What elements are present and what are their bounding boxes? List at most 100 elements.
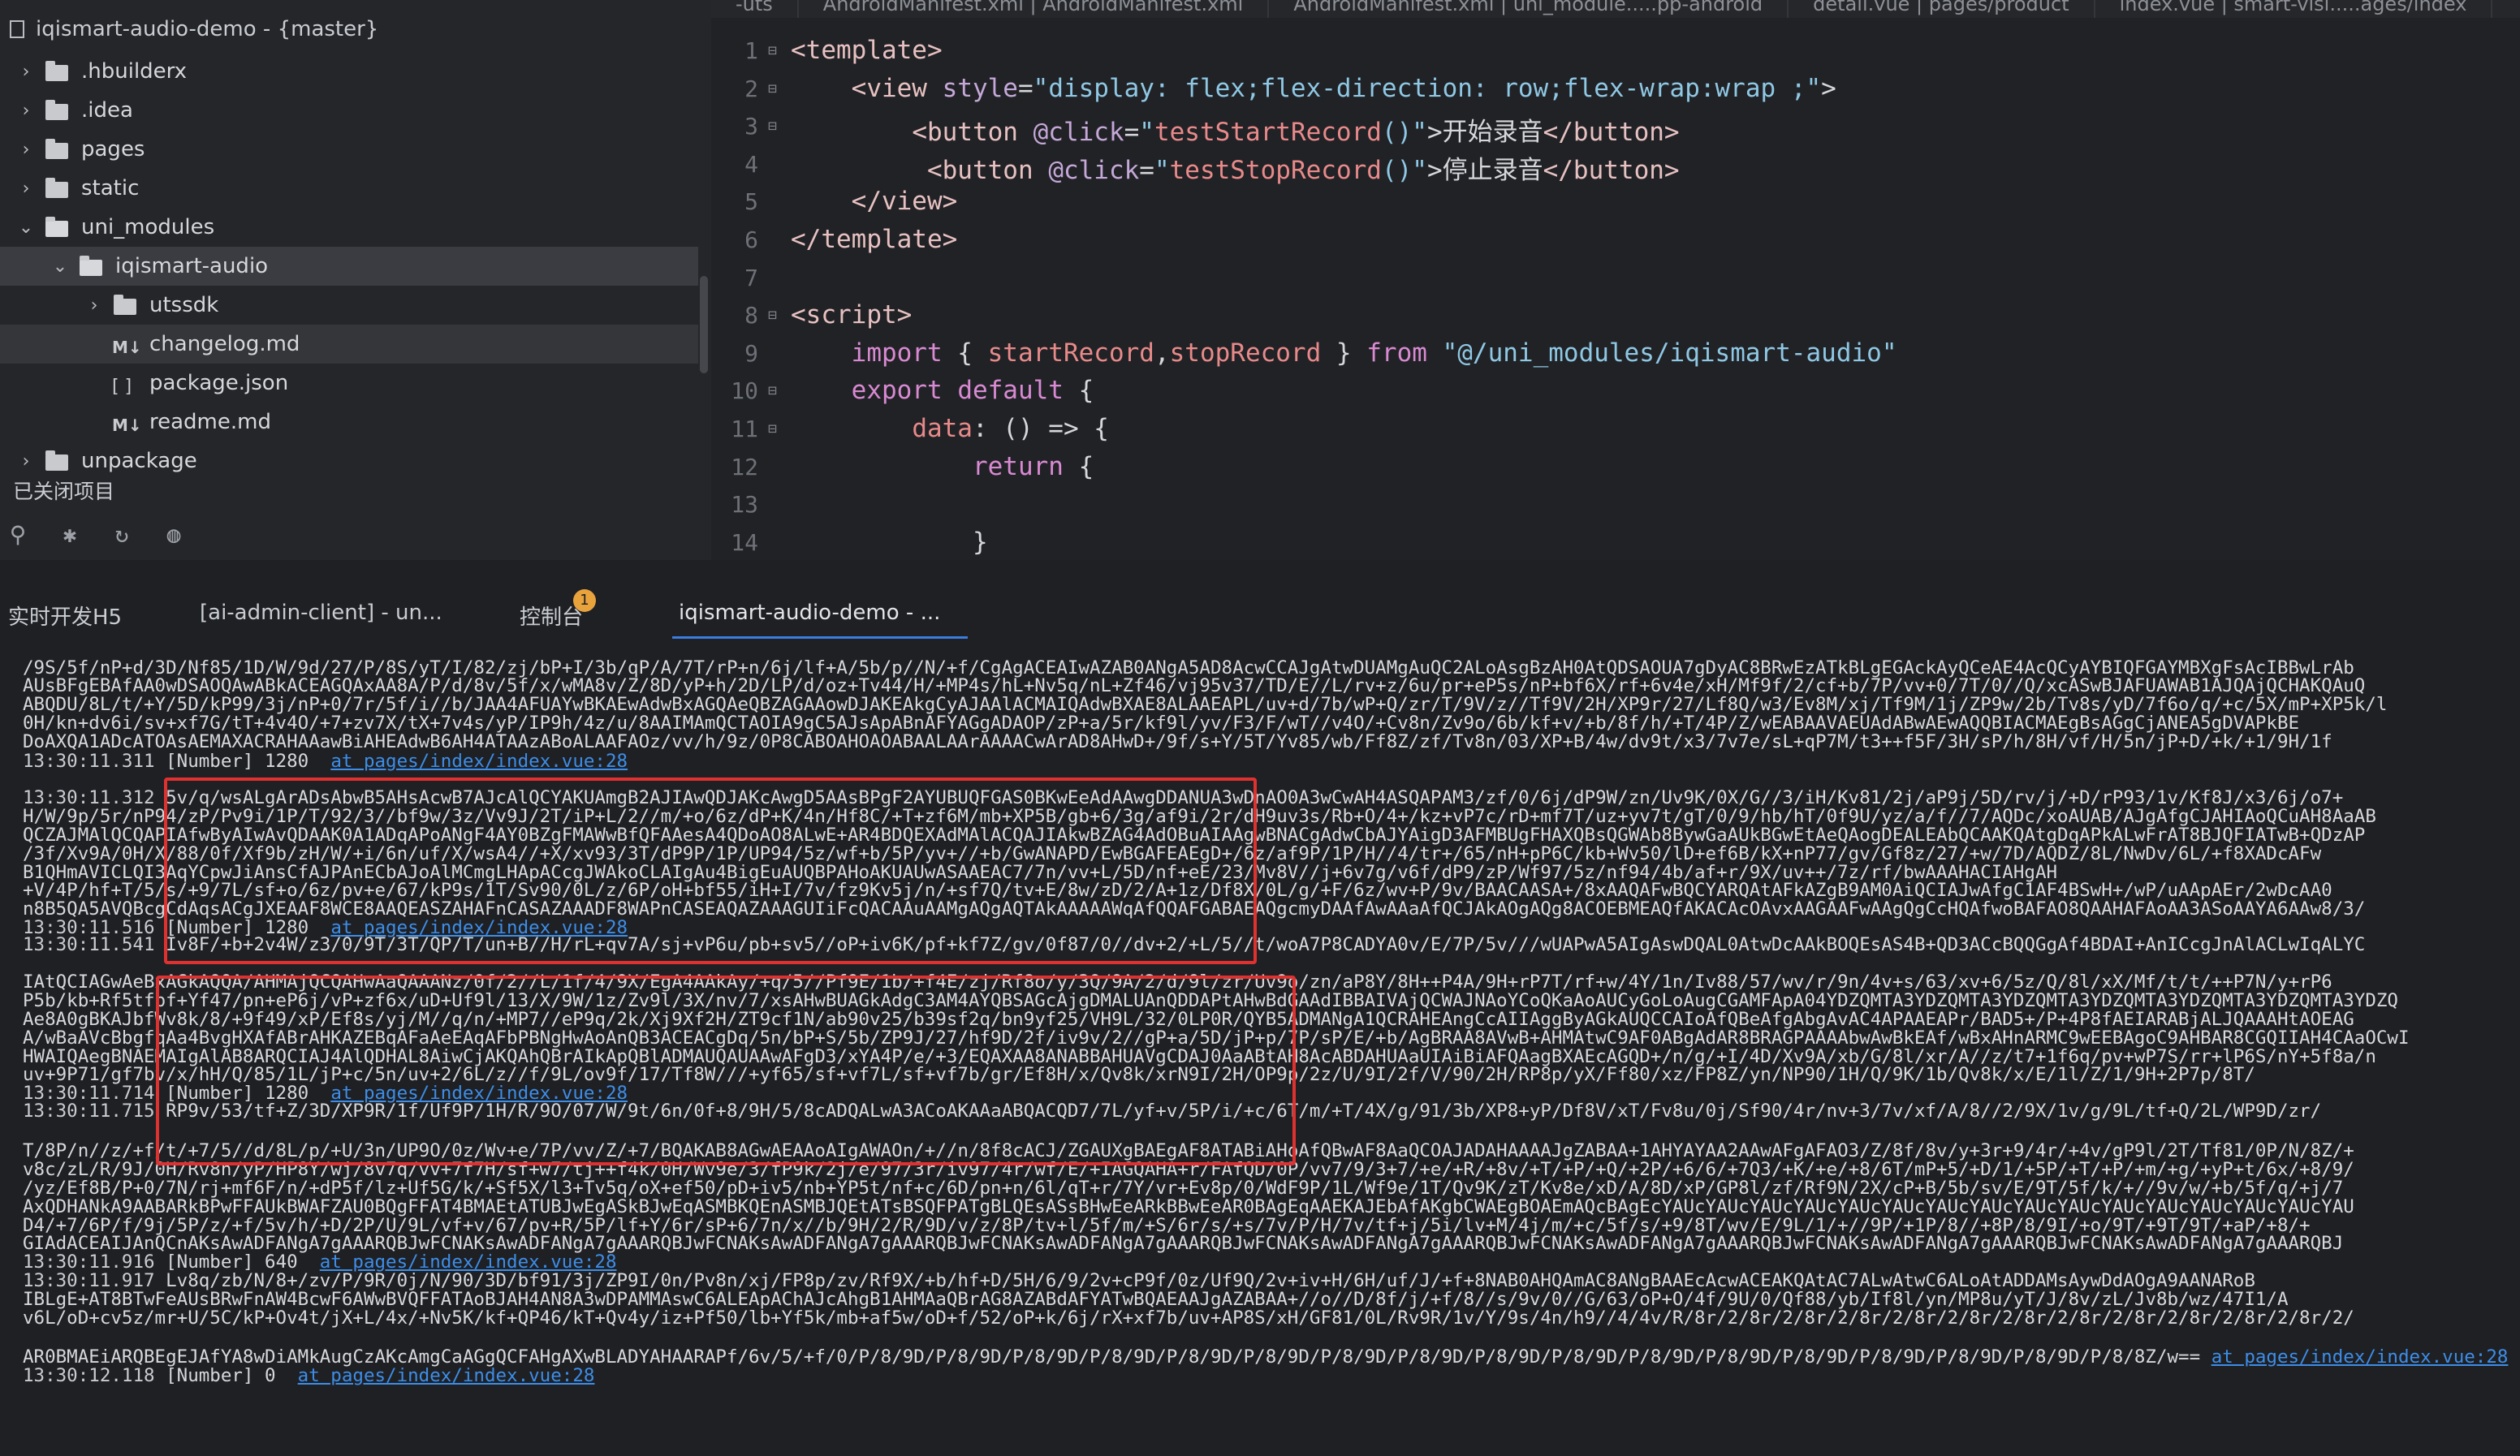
log-data-line: v6L/oD+cv5z/mr+U/5C/kP+Ov4t/jX+L/4x/+Nv5… (23, 1309, 2354, 1328)
refresh-icon[interactable]: ↻ (104, 516, 140, 552)
fold-toggle-icon[interactable]: ⊟ (768, 382, 784, 399)
tree-item-pages[interactable]: › pages (0, 130, 698, 169)
fold-toggle-icon[interactable]: ⊟ (768, 42, 784, 59)
project-title: iqismart-audio-demo - {master} (36, 17, 379, 41)
palette-icon[interactable]: ◍ (156, 516, 192, 552)
folder-icon (44, 100, 70, 120)
log-data-line: /3f/Xv9A/0H/X/88/0f/Xf9b/zH/W/+i/6n/uf/X… (23, 845, 2321, 864)
console-tab-bar: 实时开发H5 [ai-admin-client] - un... 控制台 1 i… (0, 584, 2520, 643)
chevron-right-icon[interactable]: › (16, 451, 36, 472)
tree-item-unpackage[interactable]: › unpackage (0, 442, 698, 480)
log-data-line: n8B5QA5AVQBcgCdAqsACgJXEAAF8WCE8AAQEASZA… (23, 900, 2365, 919)
chevron-down-icon[interactable]: ⌄ (16, 218, 36, 238)
tree-item-idea[interactable]: › .idea (0, 91, 698, 130)
tree-item-label: readme.md (149, 410, 271, 434)
tab-ai-admin-client[interactable]: [ai-admin-client] - un... (200, 601, 442, 625)
fold-toggle-icon[interactable]: ⊟ (768, 307, 784, 324)
fold-toggle-icon[interactable]: ⊟ (768, 118, 784, 135)
code-line: export default { (851, 376, 1094, 406)
log-line: 13:30:11.916 [Number] 640 at pages/index… (23, 1253, 617, 1272)
log-data-line: AxQDHANkA9AABARkBPwFFAUkBWAFZAU0BQgFFAT4… (23, 1198, 2354, 1217)
log-data-line: A/wBaAVcBbgfqAa4BvgHXAfABrAHKAZEBqAFaAeE… (23, 1029, 2410, 1048)
line-number: 13 (731, 491, 758, 519)
log-data-line: /yz/Ef8B/P+0/7N/rj+mf6F/n/+dP5f/lz+Uf5G/… (23, 1179, 2343, 1198)
tree-item-iqismart-audio[interactable]: ⌄ iqismart-audio (0, 247, 698, 286)
closed-projects-label[interactable]: 已关闭项目 (13, 476, 114, 505)
tree-item-label: package.json (149, 371, 289, 395)
folder-icon (44, 139, 70, 159)
tree-item-readme-md[interactable]: M↓ readme.md (0, 403, 698, 442)
line-number: 11 (731, 416, 758, 442)
editor-tab-4[interactable]: index.vue | smart-visi.....ages/index (2095, 0, 2493, 18)
code-line: return { (972, 451, 1094, 481)
log-timestamp: 13:30:11.715 (23, 1101, 166, 1122)
line-number: 3 (744, 113, 758, 140)
code-line: <view style="display: flex;flex-directio… (851, 73, 1836, 103)
project-icon (10, 20, 24, 38)
fold-toggle-icon[interactable]: ⊟ (768, 80, 784, 97)
tree-item-label: static (81, 176, 140, 200)
tree-item-package-json[interactable]: [ ] package.json (0, 364, 698, 403)
bug-icon[interactable]: ✱ (52, 516, 88, 552)
source-link[interactable]: at pages/index/index.vue:28 (2211, 1346, 2509, 1368)
tree-item-utssdk[interactable]: › utssdk (0, 286, 698, 325)
source-link[interactable]: at pages/index/index.vue:28 (330, 751, 628, 772)
tree-item-label: uni_modules (81, 215, 215, 239)
sidebar-scrollbar[interactable] (700, 276, 708, 373)
log-text: Iv8F/+b+2v4W/z3/0/9T/3T/QP/T/un+B//H/rL+… (166, 934, 2366, 955)
project-root[interactable]: iqismart-audio-demo - {master} (0, 10, 698, 49)
chevron-right-icon[interactable]: › (16, 101, 36, 121)
chevron-down-icon[interactable]: ⌄ (50, 256, 70, 277)
editor-tab-0[interactable]: -uts (711, 0, 799, 18)
tree-item-label: unpackage (81, 449, 197, 473)
chevron-right-icon[interactable]: › (16, 62, 36, 82)
code-line: </template> (791, 225, 958, 254)
log-type: [Number] (166, 1365, 265, 1386)
line-number: 10 (731, 377, 758, 405)
log-data-line: 13:30:11.715 RP9v/53/tf+Z/3D/XP9R/1f/Uf9… (23, 1102, 2321, 1121)
markdown-file-icon: M↓ (112, 338, 142, 357)
log-data-line: uv+9P71/gf7bv/x/hH/Q/85/1L/jP+c/5n/uv+2/… (23, 1066, 2255, 1084)
editor-tab-2[interactable]: AndroidManifest.xml | uni_module.....pp-… (1269, 0, 1789, 18)
log-data-line: T/8P/n//z/+f/t/+7/5//d/8L/p/+U/3n/UP9O/0… (23, 1142, 2354, 1161)
folder-icon (112, 295, 138, 315)
fold-toggle-icon[interactable]: ⊟ (768, 420, 784, 437)
binoculars-icon[interactable]: ⚲ (0, 516, 36, 552)
log-data-line: 13:30:11.917 Lv8q/zb/N/8+/zv/P/9R/0j/N/9… (23, 1272, 2255, 1290)
tree-item-changelog-md[interactable]: M↓ changelog.md (0, 325, 698, 364)
tree-item-label: .hbuilderx (81, 59, 188, 84)
log-data-line: GIAdACEAIJAnQCnAKsAwADFANgA7gAAARQBJwFCN… (23, 1234, 2343, 1253)
chevron-right-icon[interactable]: › (16, 179, 36, 199)
code-editor[interactable]: 1 ⊟ 2 ⊟ 3 ⊟ 4 5 6 7 8 ⊟ 9 10 ⊟ 11 ⊟ 12 13 14 <template> <vi… (711, 18, 2520, 560)
log-type: [Number] (166, 751, 265, 772)
tree-item-static[interactable]: › static (0, 169, 698, 208)
console-badge: 1 (573, 589, 596, 612)
tree-item-label: utssdk (149, 293, 219, 317)
code-line: </view> (851, 187, 958, 217)
editor-tab-bar: -uts AndroidManifest.xml | AndroidManifes… (711, 0, 2520, 18)
code-line: <button @click="testStartRecord()">开始录音<… (912, 118, 1680, 148)
log-timestamp: 13:30:11.311 (23, 751, 166, 772)
log-data-line: v8c/zL/R/9J/0H/Rv8n/yP/HP8Y/wj/8v7q/vv+7… (23, 1161, 2354, 1179)
chevron-right-icon[interactable]: › (16, 140, 36, 160)
log-data-line: IBLgE+AT8BTwFeAUsBRwFnAW4BcwF6AWwBVQFFAT… (23, 1290, 2289, 1309)
source-link[interactable]: at pages/index/index.vue:28 (298, 1365, 595, 1386)
tree-item-label: changelog.md (149, 332, 300, 356)
json-file-icon: [ ] (112, 377, 132, 397)
tab-live-dev-h5[interactable]: 实时开发H5 (8, 601, 122, 631)
tree-item-uni-modules[interactable]: ⌄ uni_modules (0, 208, 698, 247)
tree-item-hbuilderx[interactable]: › .hbuilderx (0, 52, 698, 91)
tab-iqismart-audio-demo[interactable]: iqismart-audio-demo - ... (679, 601, 940, 625)
code-line: data: () => { (912, 414, 1109, 443)
log-text: RP9v/53/tf+Z/3D/XP9R/1f/Uf9P/1H/R/9O/07/… (166, 1101, 2322, 1122)
editor-tab-1[interactable]: AndroidManifest.xml | AndroidManifest.xm… (799, 0, 1270, 18)
tree-item-label: .idea (81, 98, 133, 123)
editor-tab-3[interactable]: detail.vue | pages/product (1789, 0, 2095, 18)
line-number: 8 (744, 302, 758, 330)
log-timestamp: 13:30:12.118 (23, 1365, 166, 1386)
code-line: import { startRecord,stopRecord } from "… (851, 338, 1897, 368)
chevron-right-icon[interactable]: › (84, 295, 104, 316)
line-number: 12 (731, 453, 758, 480)
log-value: 0 (265, 1365, 298, 1386)
log-data-line: ABQDU/8L/t/+Y/5D/kP99/3j/nP+0/7r/5f/i//b… (23, 696, 2387, 714)
